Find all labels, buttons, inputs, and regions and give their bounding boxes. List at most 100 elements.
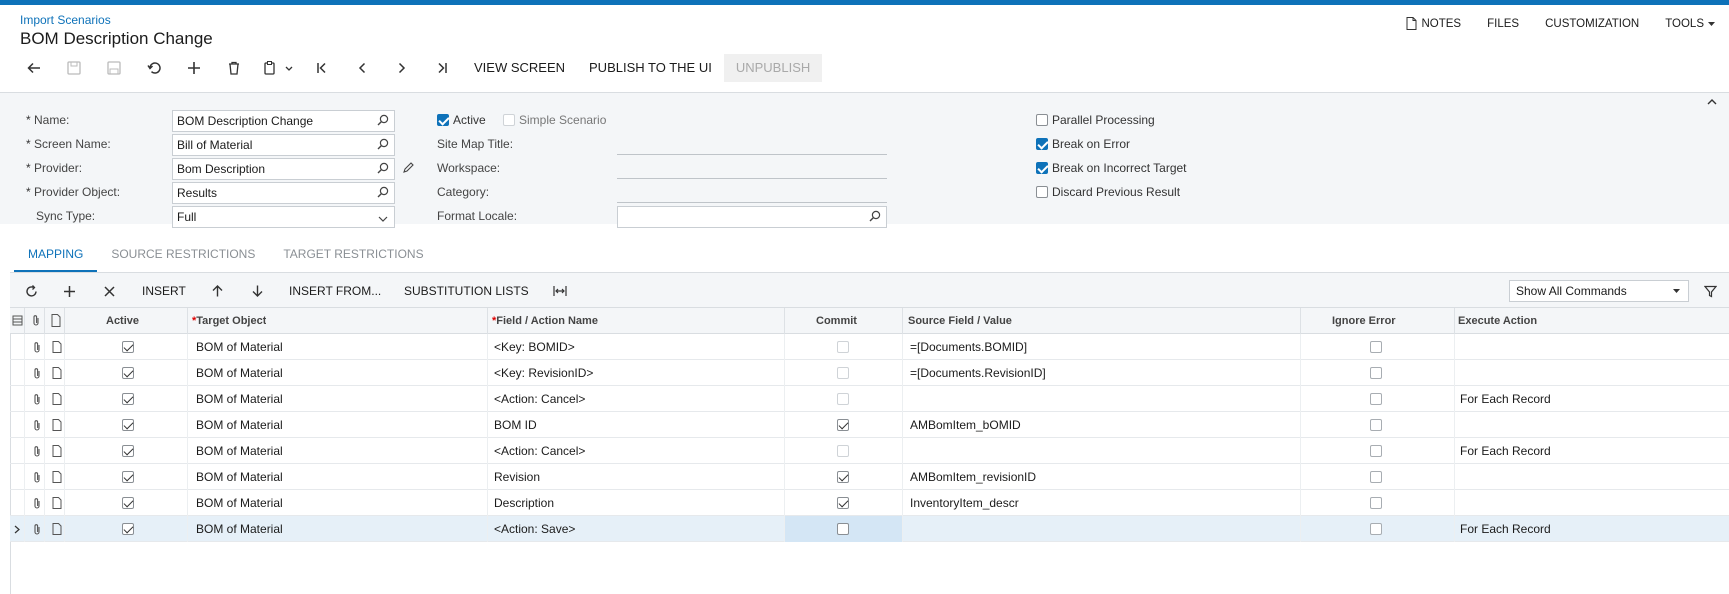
row-source-field[interactable]: AMBomItem_bOMID (910, 412, 1021, 438)
row-active-checkbox[interactable] (122, 393, 134, 405)
attachment-icon[interactable] (32, 471, 42, 484)
filter-button[interactable] (1701, 279, 1719, 303)
back-button[interactable] (14, 54, 54, 82)
insert-from-button[interactable]: INSERT FROM... (289, 279, 381, 303)
undo-button[interactable] (134, 54, 174, 82)
row-source-field[interactable]: =[Documents.RevisionID] (910, 360, 1046, 386)
row-active-checkbox[interactable] (122, 497, 134, 509)
note-icon[interactable] (52, 523, 62, 535)
row-execute-action[interactable]: For Each Record (1460, 438, 1551, 464)
row-target-object[interactable]: BOM of Material (196, 490, 283, 516)
table-row[interactable]: BOM of Material <Action: Cancel> For Each … (10, 438, 1729, 464)
row-field-action[interactable]: Description (494, 490, 554, 516)
table-row[interactable]: BOM of Material Description InventoryItem_… (10, 490, 1729, 516)
row-ignore-error-checkbox[interactable] (1370, 393, 1382, 405)
row-field-action[interactable]: <Action: Cancel> (494, 386, 585, 412)
delete-row-button[interactable] (96, 279, 122, 303)
add-row-button[interactable] (56, 279, 82, 303)
edit-pencil-icon[interactable] (402, 161, 415, 174)
row-active-checkbox[interactable] (122, 367, 134, 379)
simple-scenario-checkbox[interactable] (503, 114, 515, 126)
copy-paste-menu[interactable] (254, 54, 302, 82)
break-on-target-checkbox[interactable] (1036, 162, 1048, 174)
table-row[interactable]: BOM of Material Revision AMBomItem_revisio… (10, 464, 1729, 490)
save-button[interactable] (94, 54, 134, 82)
note-icon[interactable] (52, 471, 62, 483)
view-screen-button[interactable]: VIEW SCREEN (462, 54, 577, 82)
row-active-checkbox[interactable] (122, 341, 134, 353)
substitution-lists-button[interactable]: SUBSTITUTION LISTS (404, 279, 529, 303)
unpublish-button[interactable]: UNPUBLISH (723, 54, 823, 82)
delete-button[interactable] (214, 54, 254, 82)
row-ignore-error-checkbox[interactable] (1370, 419, 1382, 431)
row-ignore-error-checkbox[interactable] (1370, 367, 1382, 379)
sync-type-select[interactable]: Full (172, 206, 395, 228)
note-icon[interactable] (52, 419, 62, 431)
tab-mapping[interactable]: MAPPING (14, 240, 98, 272)
customization-button[interactable]: CUSTOMIZATION (1545, 17, 1639, 30)
last-record-button[interactable] (422, 54, 462, 82)
row-active-checkbox[interactable] (122, 523, 134, 535)
attachment-icon[interactable] (32, 393, 42, 406)
row-field-action[interactable]: Revision (494, 464, 540, 490)
provider-field[interactable]: Bom Description (172, 158, 395, 180)
break-on-error-checkbox[interactable] (1036, 138, 1048, 150)
breadcrumb[interactable]: Import Scenarios (20, 13, 111, 27)
tab-source-restrictions[interactable]: SOURCE RESTRICTIONS (97, 240, 269, 272)
row-field-action[interactable]: <Key: BOMID> (494, 334, 575, 360)
row-ignore-error-checkbox[interactable] (1370, 523, 1382, 535)
tab-target-restrictions[interactable]: TARGET RESTRICTIONS (269, 240, 437, 272)
notes-button[interactable]: NOTES (1406, 17, 1461, 30)
attachment-icon[interactable] (32, 497, 42, 510)
parallel-processing-checkbox[interactable] (1036, 114, 1048, 126)
row-source-field[interactable]: AMBomItem_revisionID (910, 464, 1036, 490)
row-commit-checkbox[interactable] (837, 393, 849, 405)
workspace-field[interactable] (617, 157, 887, 179)
attachment-icon[interactable] (32, 419, 42, 432)
note-icon[interactable] (52, 341, 62, 353)
name-field[interactable]: BOM Description Change (172, 110, 395, 132)
table-row[interactable]: BOM of Material <Key: BOMID> =[Documents.B… (10, 334, 1729, 360)
row-commit-checkbox[interactable] (837, 341, 849, 353)
row-target-object[interactable]: BOM of Material (196, 386, 283, 412)
command-filter-select[interactable]: Show All Commands (1509, 280, 1689, 302)
attachment-icon[interactable] (32, 367, 42, 380)
table-row[interactable]: BOM of Material <Action: Save> For Each Re… (10, 516, 1729, 542)
row-target-object[interactable]: BOM of Material (196, 334, 283, 360)
next-record-button[interactable] (382, 54, 422, 82)
insert-button[interactable]: INSERT (142, 279, 186, 303)
note-icon[interactable] (52, 497, 62, 509)
note-icon[interactable] (52, 445, 62, 457)
row-active-checkbox[interactable] (122, 445, 134, 457)
row-ignore-error-checkbox[interactable] (1370, 471, 1382, 483)
row-source-field[interactable]: =[Documents.BOMID] (910, 334, 1027, 360)
row-execute-action[interactable]: For Each Record (1460, 516, 1551, 542)
row-target-object[interactable]: BOM of Material (196, 360, 283, 386)
row-ignore-error-checkbox[interactable] (1370, 497, 1382, 509)
format-locale-field[interactable] (617, 206, 887, 228)
active-checkbox[interactable] (437, 114, 449, 126)
fit-columns-button[interactable] (549, 279, 571, 303)
attachment-icon[interactable] (32, 445, 42, 458)
row-commit-checkbox[interactable] (837, 471, 849, 483)
row-field-action[interactable]: <Key: RevisionID> (494, 360, 593, 386)
attachment-icon[interactable] (32, 341, 42, 354)
row-commit-checkbox[interactable] (837, 445, 849, 457)
first-record-button[interactable] (302, 54, 342, 82)
row-field-action[interactable]: BOM ID (494, 412, 537, 438)
provider-object-field[interactable]: Results (172, 182, 395, 204)
row-field-action[interactable]: <Action: Cancel> (494, 438, 585, 464)
row-commit-checkbox[interactable] (837, 497, 849, 509)
note-icon[interactable] (52, 367, 62, 379)
move-down-button[interactable] (246, 279, 268, 303)
table-row[interactable]: BOM of Material <Action: Cancel> For Each … (10, 386, 1729, 412)
save-close-button[interactable] (54, 54, 94, 82)
collapse-icon[interactable] (1707, 99, 1717, 105)
row-ignore-error-checkbox[interactable] (1370, 341, 1382, 353)
prev-record-button[interactable] (342, 54, 382, 82)
refresh-button[interactable] (18, 279, 44, 303)
files-button[interactable]: FILES (1487, 17, 1519, 30)
row-ignore-error-checkbox[interactable] (1370, 445, 1382, 457)
row-target-object[interactable]: BOM of Material (196, 412, 283, 438)
row-active-checkbox[interactable] (122, 471, 134, 483)
